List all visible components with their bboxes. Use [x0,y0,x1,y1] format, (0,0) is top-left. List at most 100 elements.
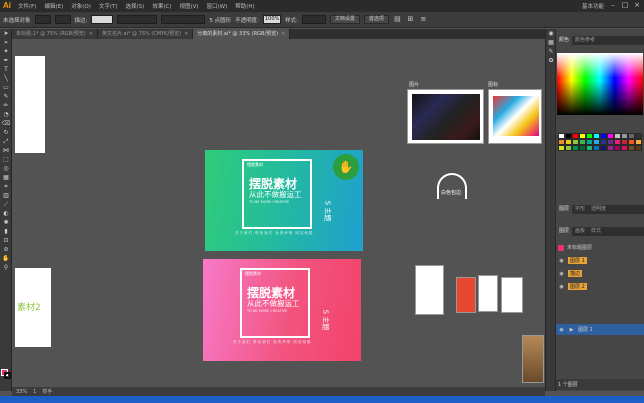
eye-icon[interactable]: ◉ [558,258,565,264]
workspace-switcher[interactable]: 基本功能 [582,2,604,10]
document-setup-button[interactable]: 文档设置 [329,15,360,24]
tab-transparency[interactable]: 透明度 [588,205,609,214]
color-swatch[interactable] [635,145,642,151]
color-swatch[interactable] [614,145,621,151]
brush-dropdown[interactable] [161,15,206,24]
menu-file[interactable]: 文件(F) [14,2,40,10]
opacity-input[interactable]: 100% [262,15,281,24]
image-collage-thumb[interactable] [407,89,484,144]
rotate-tool-icon[interactable]: ↻ [0,128,12,137]
canvas[interactable]: 素材2 摆脱素材 摆脱素材 从此不做搬运工 TO BE MORE CREATIV… [13,39,552,387]
line-tool-icon[interactable]: ╲ [0,74,12,83]
icon-collage-thumb[interactable] [488,89,542,144]
color-swatch[interactable] [621,145,628,151]
hand-tool-icon[interactable]: ✋ [0,254,12,263]
menu-edit[interactable]: 编辑(E) [40,2,67,10]
menu-icon[interactable]: ≡ [419,15,428,24]
stroke-dropdown[interactable] [54,15,71,24]
type-tool-icon[interactable]: T [0,65,12,74]
gradient-tool-icon[interactable]: ▥ [0,191,12,200]
fill-dropdown[interactable] [34,15,51,24]
tab-layers-top[interactable]: 图层 [556,205,573,214]
color-swatch[interactable] [600,145,607,151]
rectangle-tool-icon[interactable]: ▭ [0,83,12,92]
color-swatch[interactable] [593,145,600,151]
blend-tool-icon[interactable]: ◐ [0,209,12,218]
color-swatch[interactable] [586,145,593,151]
eye-icon[interactable]: ◉ [558,271,565,277]
menu-type[interactable]: 文字(T) [95,2,122,10]
layer-row-selected[interactable]: ◉ ▶ 图层 1 [556,324,644,335]
document-thumb-4[interactable] [501,277,523,313]
symbol-sprayer-icon[interactable]: ✺ [0,218,12,227]
blob-brush-icon[interactable]: ◔ [0,110,12,119]
menu-select[interactable]: 选择(S) [122,2,149,10]
eye-icon[interactable]: ◉ [558,327,565,333]
artboard-number[interactable]: 1 [33,389,36,395]
layer-row[interactable]: ◉ 图层 2 [556,281,644,292]
layer-row[interactable]: ◉ 描边 [556,268,644,279]
color-swatch[interactable] [565,145,572,151]
layer-row[interactable]: ◉ 图层 1 [556,255,644,266]
close-icon[interactable]: × [89,29,93,39]
close-icon[interactable]: × [632,1,642,10]
menu-help[interactable]: 帮助(H) [231,2,258,10]
brush-tool-icon[interactable]: ✎ [0,92,12,101]
mesh-tool-icon[interactable]: ⌗ [0,182,12,191]
scale-tool-icon[interactable]: ⤢ [0,137,12,146]
pencil-tool-icon[interactable]: ✏ [0,101,12,110]
menu-effect[interactable]: 效果(C) [148,2,175,10]
tab-artboards[interactable]: 画板 [572,227,588,236]
perspective-grid-icon[interactable]: ▦ [0,173,12,182]
color-swatch[interactable] [628,145,635,151]
selection-tool-icon[interactable]: ➤ [0,29,12,38]
artboard-tool-icon[interactable]: ⊡ [0,236,12,245]
variable-width-dropdown[interactable] [117,15,158,24]
maximize-icon[interactable]: □ [620,1,630,10]
layer-row[interactable]: 未标题图层 [556,242,644,253]
tab-business-card[interactable]: 英文名片.ai* @ 75% (CMYK/预览) × [97,29,194,39]
slice-tool-icon[interactable]: ⊘ [0,245,12,254]
stroke-weight-input[interactable] [91,15,114,24]
eraser-tool-icon[interactable]: ⌫ [0,119,12,128]
tab-styles[interactable]: 样式 [588,227,604,236]
tab-untitled-1[interactable]: 未标题-1* @ 75% (RGB/预览) × [12,29,98,39]
tab-separated-assets[interactable]: 分离的素材.ai* @ 33% (RGB/预览) × [193,29,291,39]
photo-thumb[interactable] [522,335,544,383]
menu-object[interactable]: 对象(O) [67,2,95,10]
graph-tool-icon[interactable]: ▮ [0,227,12,236]
tab-color-guide[interactable]: 颜色参考 [572,36,598,45]
direct-selection-tool-icon[interactable]: ➢ [0,38,12,47]
magic-wand-icon[interactable]: ✦ [0,47,12,56]
pink-business-card[interactable]: 摆脱素材 摆脱素材 从此不做搬运工 TO BE MORE CREATIVE S … [203,259,361,361]
minimize-icon[interactable]: – [608,1,618,10]
zoom-tool-icon[interactable]: ⚲ [0,263,12,272]
close-icon[interactable]: × [281,29,285,39]
expand-arrow-icon[interactable]: ▶ [568,327,575,333]
color-swatch[interactable] [572,145,579,151]
color-swatch[interactable] [607,145,614,151]
color-swatch[interactable] [558,145,565,151]
document-thumb-1[interactable] [415,265,444,315]
style-dropdown[interactable] [301,15,326,24]
menu-view[interactable]: 视图(V) [175,2,202,10]
tab-color[interactable]: 颜色 [556,36,573,45]
tab-layers[interactable]: 图层 [556,227,573,236]
align-icon[interactable]: ▤ [393,15,402,24]
menu-window[interactable]: 窗口(W) [203,2,232,10]
stroke-color-swatch[interactable] [4,372,11,379]
zoom-level[interactable]: 33% [16,389,27,395]
eye-icon[interactable]: ◉ [558,284,565,290]
transform-icon[interactable]: ⊞ [406,15,415,24]
document-thumb-2[interactable] [456,277,476,313]
pen-tool-icon[interactable]: ✒ [0,56,12,65]
shape-builder-icon[interactable]: ◎ [0,164,12,173]
close-icon[interactable]: × [184,29,188,39]
document-thumb-3[interactable] [478,275,498,312]
eyedropper-icon[interactable]: ⟋ [0,200,12,209]
free-transform-icon[interactable]: ⬚ [0,155,12,164]
color-spectrum[interactable] [557,53,643,115]
color-swatch[interactable] [579,145,586,151]
width-tool-icon[interactable]: ⋈ [0,146,12,155]
preferences-button[interactable]: 首选项 [363,15,389,24]
